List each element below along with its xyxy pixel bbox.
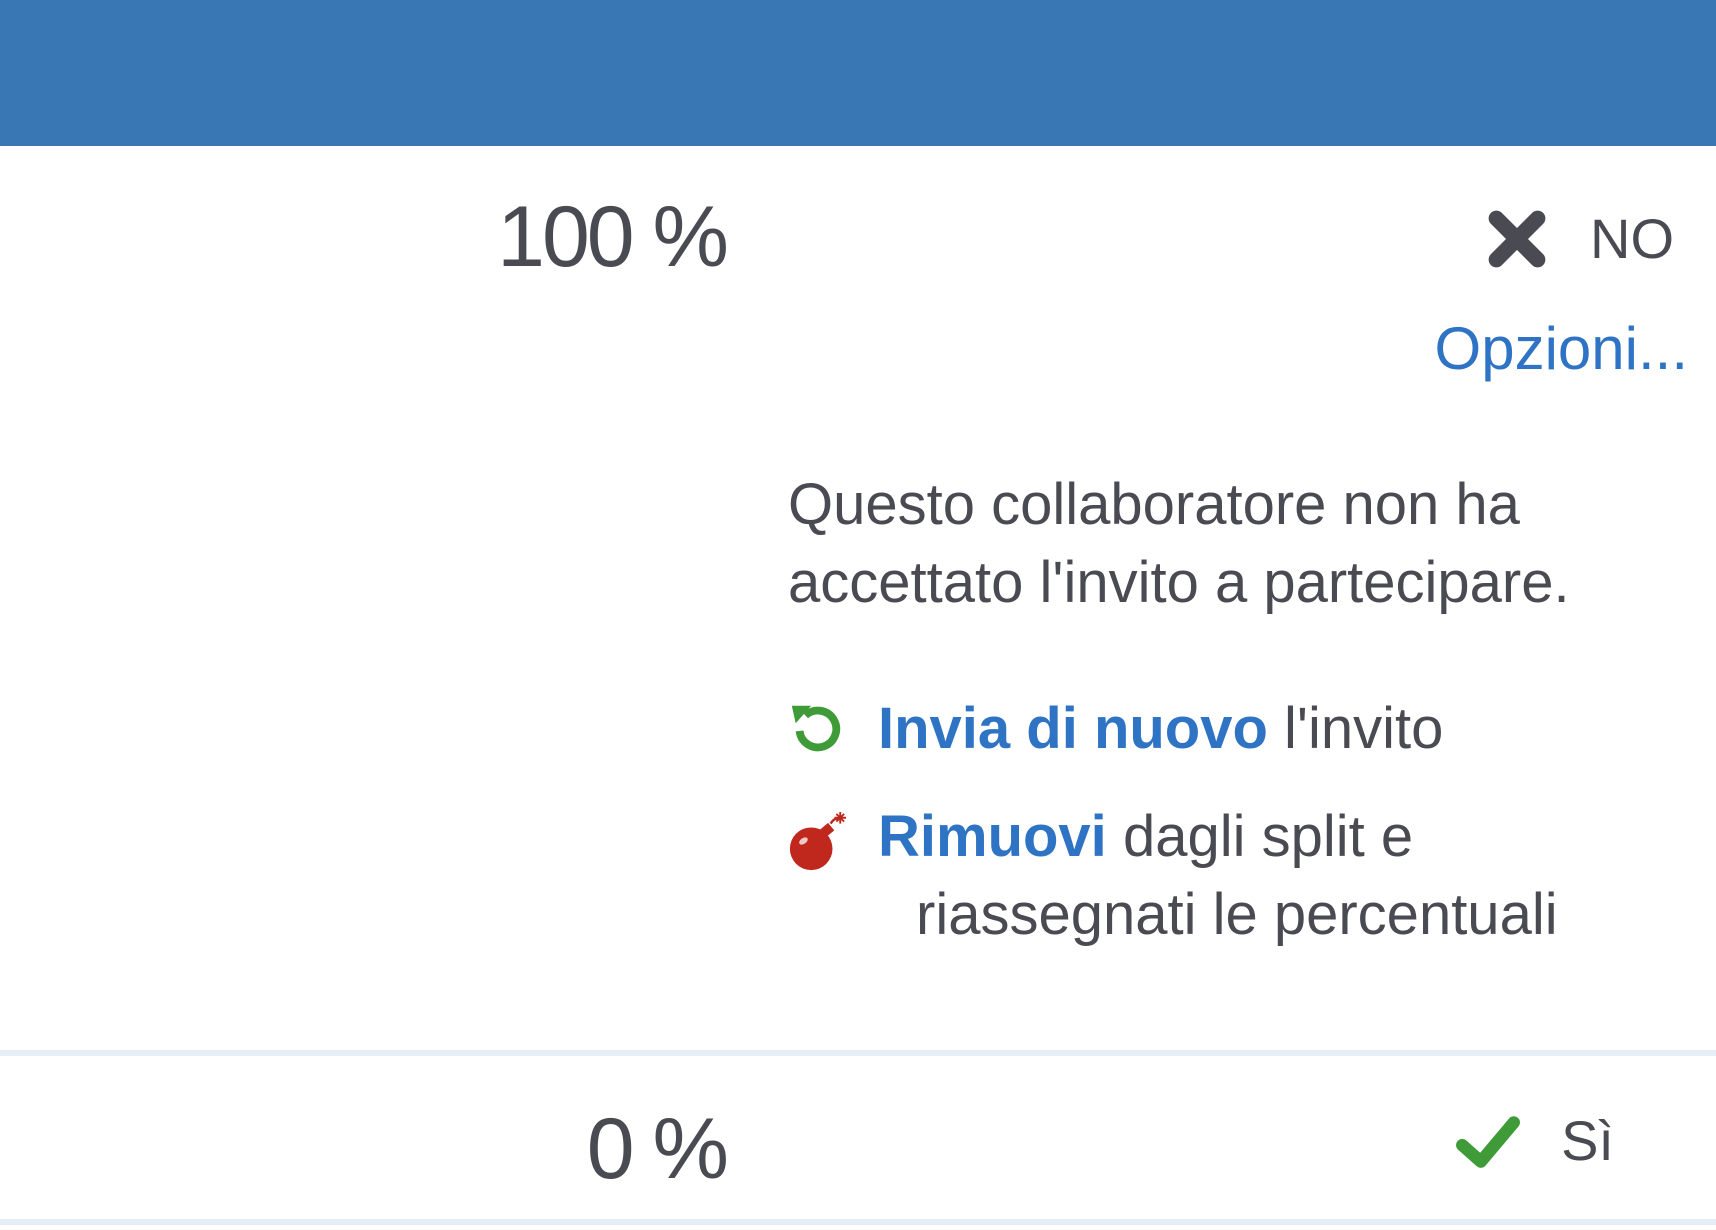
bomb-icon bbox=[789, 811, 847, 871]
header-bar bbox=[0, 0, 1716, 146]
acceptance-status: NO bbox=[1484, 206, 1674, 272]
collaborator-row: 100 % NO Opzioni... Questo collaboratore… bbox=[0, 146, 1716, 1050]
acceptance-status: Sì bbox=[1447, 1108, 1614, 1174]
x-icon bbox=[1488, 210, 1546, 268]
check-icon bbox=[1456, 1116, 1521, 1168]
invite-not-accepted-message: Questo collaboratore non ha accettato l'… bbox=[788, 472, 1570, 615]
remove-collaborator-text-line2: riassegnati le percentuali bbox=[916, 882, 1558, 947]
options-link[interactable]: Opzioni... bbox=[1435, 314, 1688, 383]
percentage-value: 100 % bbox=[497, 189, 729, 285]
row-divider bbox=[0, 1219, 1716, 1225]
collaborator-row: 0 % Sì bbox=[0, 1056, 1716, 1219]
percentage-value: 0 % bbox=[586, 1101, 729, 1197]
remove-collaborator-link[interactable]: Rimuovi bbox=[878, 804, 1107, 869]
remove-collaborator-text: dagli split e bbox=[1122, 804, 1414, 869]
resend-invite-text: l'invito bbox=[1284, 696, 1444, 761]
status-label: Sì bbox=[1561, 1109, 1614, 1172]
resend-invite-link[interactable]: Invia di nuovo bbox=[878, 696, 1268, 761]
refresh-icon bbox=[791, 705, 841, 752]
status-label: NO bbox=[1590, 207, 1674, 270]
